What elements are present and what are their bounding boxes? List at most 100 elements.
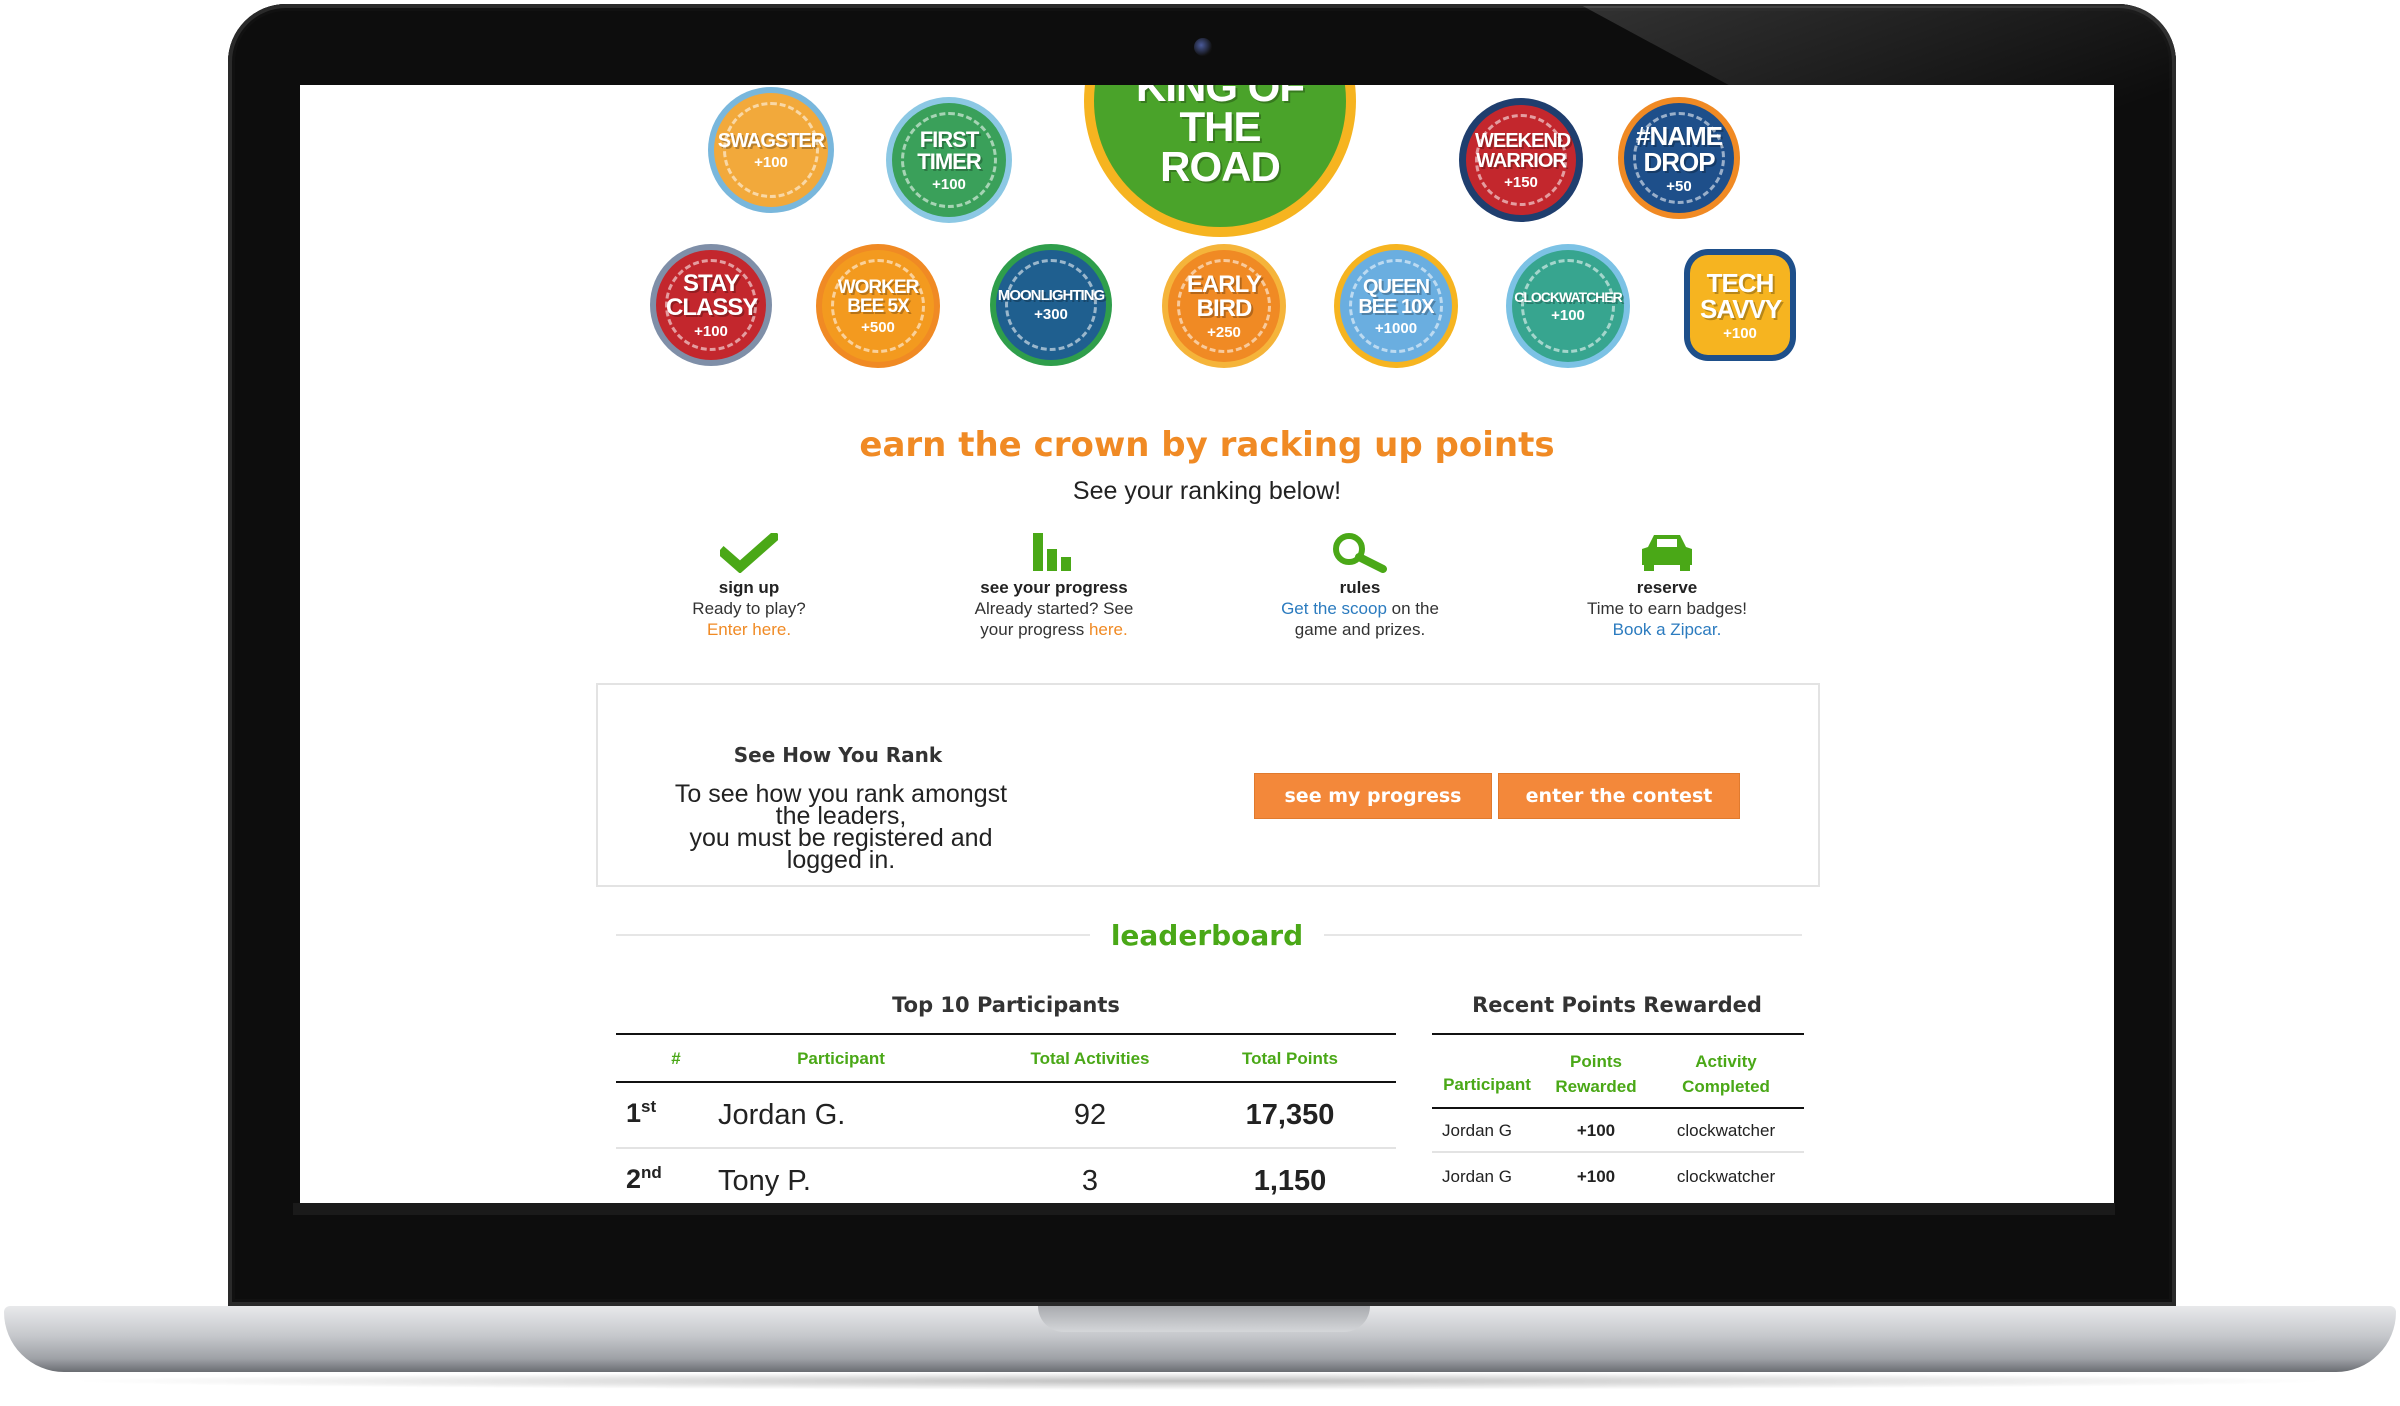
participant-cell: Jordan G xyxy=(1442,1121,1512,1140)
rank-number: 1 xyxy=(626,1098,642,1128)
badge-ring xyxy=(665,259,757,351)
rank-text-line2: you must be registered and logged in. xyxy=(689,824,993,874)
header-line: Rewarded xyxy=(1555,1077,1637,1096)
laptop-base-notch xyxy=(1038,1306,1370,1332)
header-line: Completed xyxy=(1682,1077,1770,1096)
col-header-activities: Total Activities xyxy=(1030,1049,1150,1068)
activity-cell: clockwatcher xyxy=(1676,1167,1776,1186)
rank-suffix: nd xyxy=(641,1163,662,1182)
points-cell: 1,150 xyxy=(1253,1165,1327,1197)
row-divider xyxy=(616,1147,1396,1149)
badge-worker-bee: WORKER BEE 5X +500 xyxy=(822,250,934,362)
row-divider xyxy=(1432,1151,1804,1153)
badge-first-timer: FIRST TIMER +100 xyxy=(892,103,1006,217)
badge-title: TECH SAVVY xyxy=(1700,267,1782,324)
header-line: Activity xyxy=(1695,1052,1757,1071)
badge-queen-bee: QUEEN BEE 10X +1000 xyxy=(1340,250,1452,362)
leaderboard-title: leaderboard xyxy=(1110,919,1304,952)
badge-ring xyxy=(831,259,925,353)
bar-chart-icon xyxy=(944,531,1164,573)
badge-points: +100 xyxy=(1723,324,1757,342)
step-text: game and prizes. xyxy=(1294,620,1426,639)
col-header-participant: Participant xyxy=(797,1049,885,1068)
badge-ring xyxy=(1177,259,1271,353)
rank-cell: 1st xyxy=(626,1097,656,1129)
headline: earn the crown by racking up points xyxy=(859,425,1555,465)
badge-name-drop: #NAME DROP +50 xyxy=(1624,103,1734,213)
badge-stay-classy: STAY CLASSY +100 xyxy=(656,250,766,360)
badge-ring xyxy=(1005,259,1097,351)
step-text: on the xyxy=(1386,599,1439,618)
step-title: reserve xyxy=(1636,578,1698,597)
step-title: see your progress xyxy=(980,578,1128,597)
points-cell: +100 xyxy=(1576,1167,1616,1186)
magnifier-icon xyxy=(1260,531,1460,573)
badge-king-of-the-road: KING OF THE ROAD xyxy=(1094,85,1346,227)
progress-here-link[interactable]: here. xyxy=(1089,620,1128,639)
laptop-shadow xyxy=(60,1372,2340,1390)
step-title: sign up xyxy=(718,578,780,597)
see-my-progress-button[interactable]: see my progress xyxy=(1254,773,1492,819)
car-icon xyxy=(1562,531,1772,573)
badge-ring xyxy=(1633,112,1725,204)
rank-number: 2 xyxy=(626,1164,642,1194)
table-top-rule xyxy=(616,1033,1396,1035)
rank-title: See How You Rank xyxy=(733,743,943,767)
recent-caption: Recent Points Rewarded xyxy=(1472,993,1762,1017)
header-line: Points xyxy=(1570,1052,1622,1071)
step-see-progress: see your progress Already started? See y… xyxy=(944,531,1164,640)
badge-ring xyxy=(1521,259,1615,353)
step-text: Ready to play? xyxy=(692,599,806,618)
participant-cell: Jordan G. xyxy=(718,1099,846,1131)
badge-early-bird: EARLY BIRD +250 xyxy=(1168,250,1280,362)
step-rules: rules Get the scoop on the game and priz… xyxy=(1260,531,1460,640)
rank-suffix: st xyxy=(641,1097,657,1116)
badge-ring xyxy=(1349,259,1443,353)
enter-the-contest-button[interactable]: enter the contest xyxy=(1498,773,1740,819)
participant-cell: Jordan G xyxy=(1442,1167,1512,1186)
enter-here-link[interactable]: Enter here. xyxy=(654,619,844,640)
participant-cell: Tony P. xyxy=(718,1165,811,1197)
badge-tech-savvy: TECH SAVVY +100 xyxy=(1690,255,1790,355)
step-text-line1: Get the scoop on the xyxy=(1260,598,1460,619)
webcam-icon xyxy=(1194,38,1212,56)
step-text: Already started? See xyxy=(974,599,1134,618)
rank-cell: 2nd xyxy=(626,1163,662,1195)
rank-box: See How You Rank To see how you rank amo… xyxy=(596,683,1820,887)
table-header-rule xyxy=(1432,1107,1804,1109)
badge-ring xyxy=(723,102,819,198)
badge-moonlighting: MOONLIGHTING +300 xyxy=(996,250,1106,360)
col-header-rank: # xyxy=(671,1049,681,1068)
col-header-participant: Participant xyxy=(1443,1075,1531,1094)
step-reserve: reserve Time to earn badges! Book a Zipc… xyxy=(1562,531,1772,640)
rank-text: To see how you rank amongst the leaders,… xyxy=(666,780,1016,874)
web-page: SWAGSTER +100 FIRST TIMER +100 KING OF T… xyxy=(300,85,2114,1203)
badge-ring xyxy=(1475,114,1567,206)
col-header-activity-completed: Activity Completed xyxy=(1666,1049,1786,1099)
activities-cell: 3 xyxy=(1081,1165,1099,1197)
badge-clockwatcher: CLOCKWATCHER +100 xyxy=(1512,250,1624,362)
step-text-line2: your progress here. xyxy=(944,619,1164,640)
subheadline: See your ranking below! xyxy=(1072,477,1342,505)
step-text: your progress xyxy=(980,620,1089,639)
get-the-scoop-link[interactable]: Get the scoop xyxy=(1281,599,1387,618)
activity-cell: clockwatcher xyxy=(1676,1121,1776,1140)
badge-weekend-warrior: WEEKEND WARRIOR +150 xyxy=(1466,105,1576,215)
points-cell: 17,350 xyxy=(1245,1099,1335,1131)
rank-text-line1: To see how you rank amongst the leaders, xyxy=(674,780,1008,830)
step-sign-up: sign up Ready to play? Enter here. xyxy=(654,531,844,640)
top10-caption: Top 10 Participants xyxy=(892,993,1120,1017)
badge-ring xyxy=(901,112,997,208)
badge-title: KING OF THE ROAD xyxy=(1136,85,1305,190)
table-top-rule xyxy=(1432,1033,1804,1035)
screen-bezel-bottom xyxy=(293,1203,2115,1215)
checkmark-icon xyxy=(654,531,844,573)
points-cell: +100 xyxy=(1576,1121,1616,1140)
book-zipcar-link[interactable]: Book a Zipcar. xyxy=(1562,619,1772,640)
col-header-points: Total Points xyxy=(1241,1049,1338,1068)
step-title: rules xyxy=(1339,578,1381,597)
activities-cell: 92 xyxy=(1073,1099,1107,1131)
table-header-rule xyxy=(616,1081,1396,1083)
col-header-points-rewarded: Points Rewarded xyxy=(1546,1049,1646,1099)
step-text: Time to earn badges! xyxy=(1586,599,1747,618)
